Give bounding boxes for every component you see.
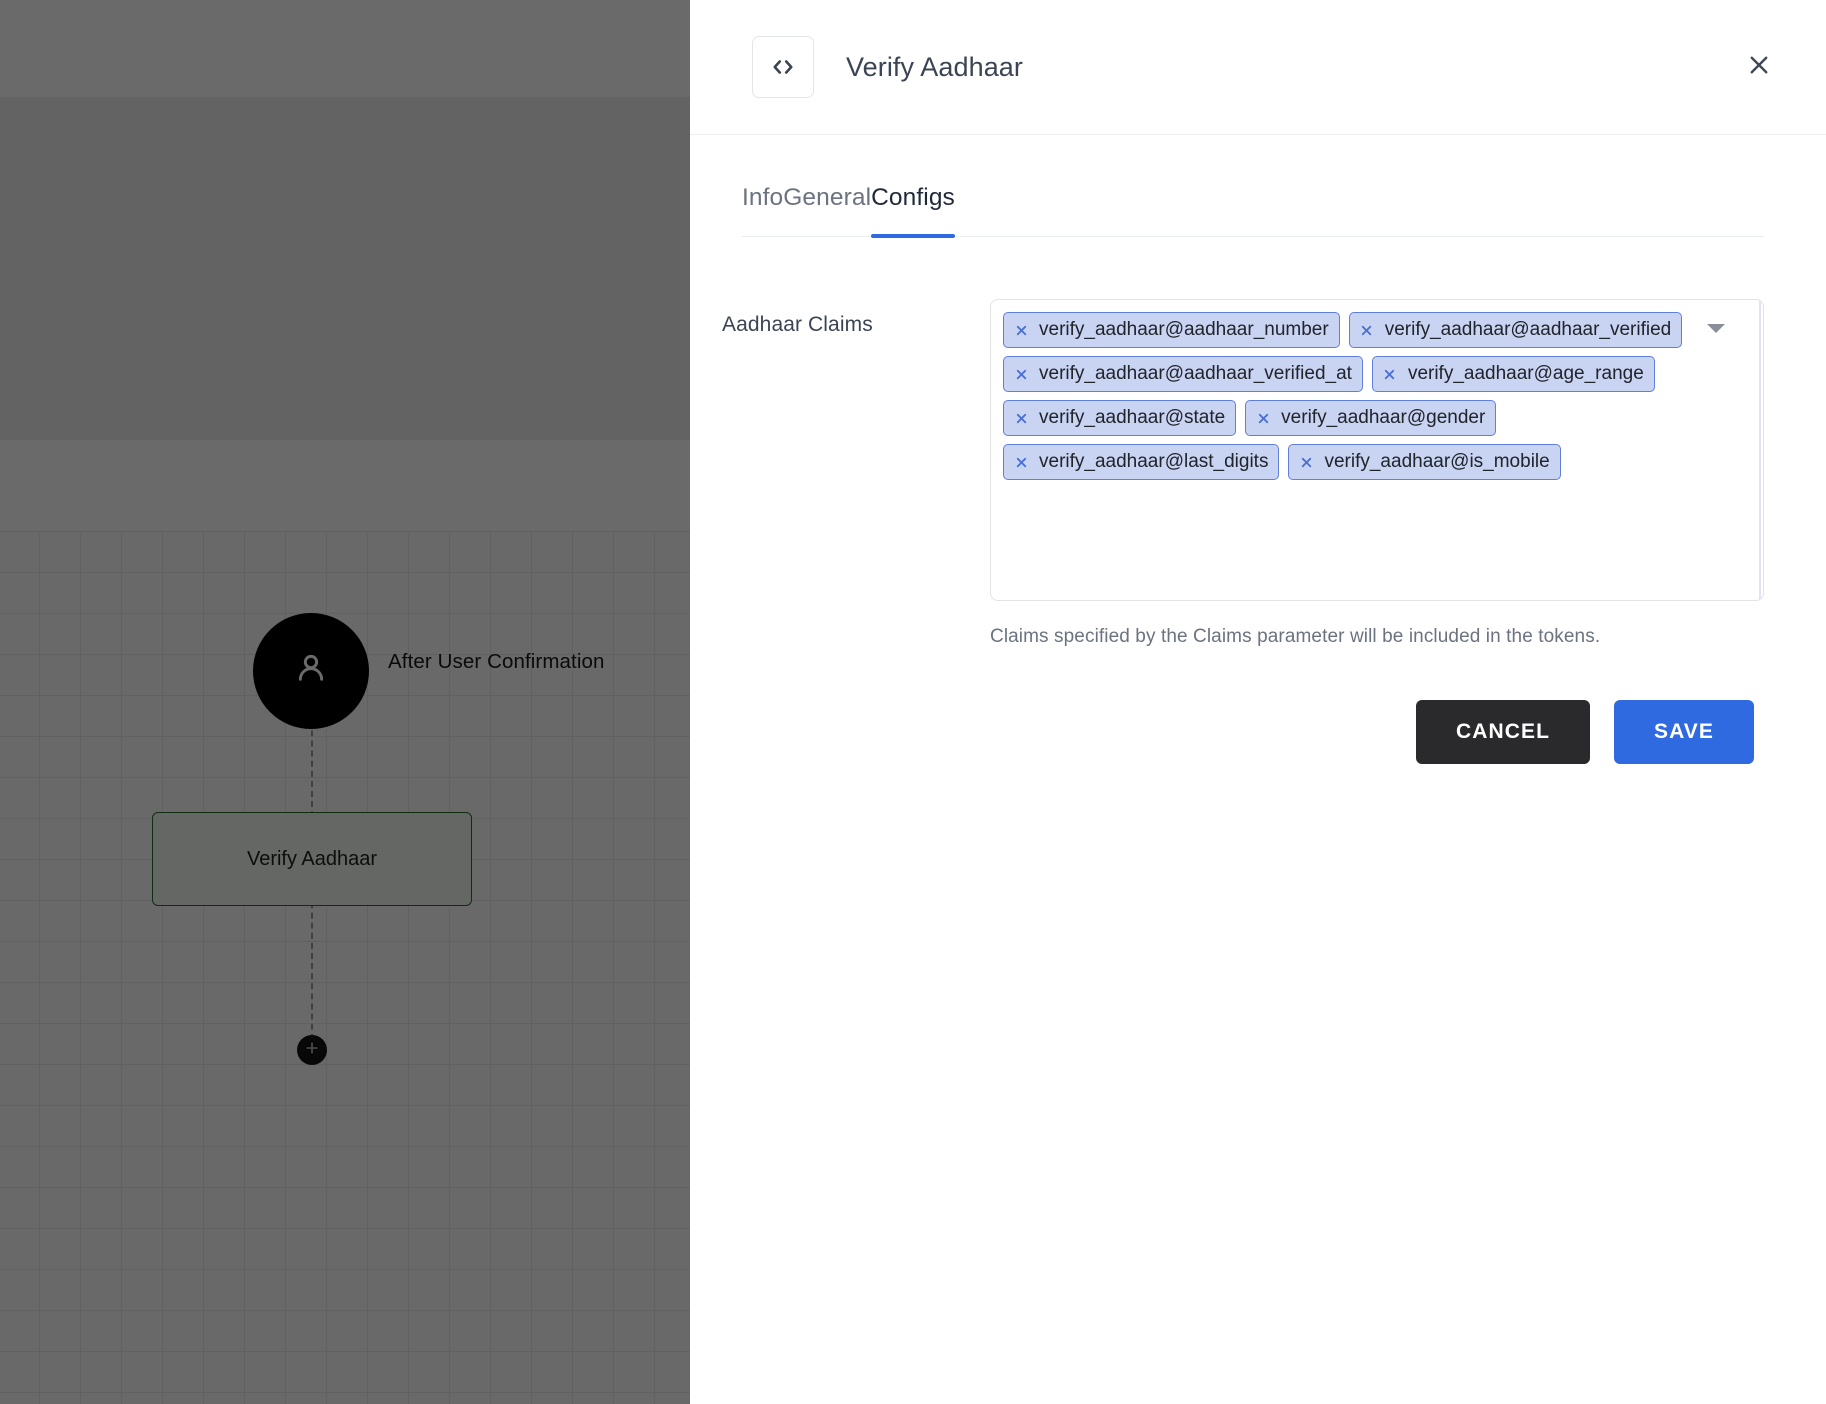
details-panel: Verify Aadhaar Info General Configs Aadh…	[690, 0, 1826, 1404]
chip-list: verify_aadhaar@aadhaar_number verify_aadh…	[1003, 312, 1701, 480]
claim-chip[interactable]: verify_aadhaar@aadhaar_verified	[1348, 312, 1683, 348]
claim-chip[interactable]: verify_aadhaar@gender	[1245, 400, 1497, 436]
close-icon[interactable]	[1357, 320, 1377, 340]
tab-configs-label: Configs	[871, 184, 955, 211]
tab-general[interactable]: General	[783, 184, 871, 236]
claim-chip-label: verify_aadhaar@last_digits	[1039, 451, 1269, 472]
close-icon[interactable]	[1253, 408, 1273, 428]
tab-info[interactable]: Info	[742, 184, 783, 236]
close-icon[interactable]	[1011, 320, 1031, 340]
close-icon[interactable]	[1011, 408, 1031, 428]
panel-tabs: Info General Configs	[742, 135, 1764, 238]
claim-chip-label: verify_aadhaar@aadhaar_number	[1039, 319, 1329, 340]
close-icon	[1744, 50, 1774, 85]
claim-chip-label: verify_aadhaar@is_mobile	[1324, 451, 1550, 472]
cancel-button[interactable]: CANCEL	[1416, 700, 1590, 764]
panel-title: Verify Aadhaar	[846, 51, 1024, 82]
close-icon[interactable]	[1011, 452, 1031, 472]
claim-chip-label: verify_aadhaar@age_range	[1407, 363, 1644, 384]
aadhaar-claims-field: verify_aadhaar@aadhaar_number verify_aadh…	[990, 299, 1826, 764]
aadhaar-claims-label: Aadhaar Claims	[722, 313, 873, 336]
tab-general-label: General	[783, 184, 872, 211]
code-brackets-icon	[752, 36, 814, 98]
close-panel-button[interactable]	[1732, 40, 1786, 94]
claim-chip-label: verify_aadhaar@state	[1039, 407, 1226, 428]
panel-actions: CANCEL SAVE	[990, 700, 1790, 764]
close-icon[interactable]	[1011, 364, 1031, 384]
claim-chip[interactable]: verify_aadhaar@state	[1003, 400, 1237, 436]
claim-chip[interactable]: verify_aadhaar@aadhaar_number	[1003, 312, 1340, 348]
aadhaar-claims-multiselect[interactable]: verify_aadhaar@aadhaar_number verify_aadh…	[990, 299, 1764, 601]
aadhaar-claims-row: Aadhaar Claims verify_aadhaar@aadhaar_nu…	[690, 299, 1826, 764]
close-icon[interactable]	[1380, 364, 1400, 384]
aadhaar-claims-helper-text: Claims specified by the Claims parameter…	[990, 626, 1601, 647]
claim-chip[interactable]: verify_aadhaar@last_digits	[1003, 444, 1280, 480]
tab-info-label: Info	[742, 184, 784, 211]
tab-configs[interactable]: Configs	[871, 184, 955, 238]
claim-chip[interactable]: verify_aadhaar@is_mobile	[1288, 444, 1561, 480]
claim-chip-label: verify_aadhaar@gender	[1281, 407, 1486, 428]
close-icon[interactable]	[1296, 452, 1316, 472]
claim-chip[interactable]: verify_aadhaar@age_range	[1371, 356, 1655, 392]
select-divider	[1759, 301, 1761, 599]
chevron-down-icon[interactable]	[1707, 324, 1725, 333]
claim-chip[interactable]: verify_aadhaar@aadhaar_verified_at	[1003, 356, 1363, 392]
save-button[interactable]: SAVE	[1614, 700, 1754, 764]
modal-backdrop[interactable]	[0, 0, 690, 1404]
panel-header: Verify Aadhaar	[690, 0, 1826, 135]
app-root: After User Confirmation Verify Aadhaar V…	[0, 0, 1826, 1404]
claim-chip-label: verify_aadhaar@aadhaar_verified	[1384, 319, 1672, 340]
claim-chip-label: verify_aadhaar@aadhaar_verified_at	[1039, 363, 1352, 384]
